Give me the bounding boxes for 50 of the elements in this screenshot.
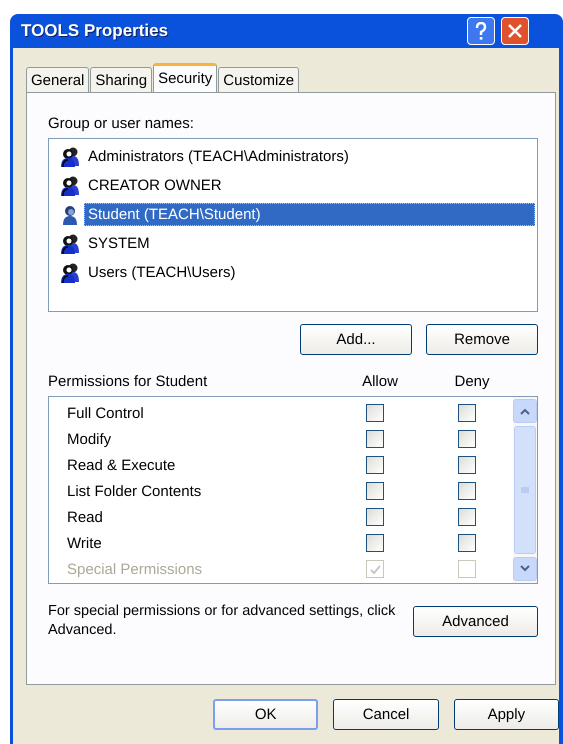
user-list-item[interactable]: Users (TEACH\Users) <box>84 261 240 284</box>
checkbox[interactable] <box>366 534 384 552</box>
help-icon <box>474 22 488 40</box>
section-label: Group or user names: <box>48 115 195 132</box>
group-icon <box>59 146 81 168</box>
help-button[interactable] <box>467 17 495 45</box>
user-list-item[interactable]: Student (TEACH\Student) <box>84 203 535 226</box>
window-title: TOOLS Properties <box>21 21 170 41</box>
tab[interactable]: Security <box>153 63 218 92</box>
close-icon <box>507 23 523 39</box>
user-list-item[interactable]: SYSTEM <box>84 232 154 255</box>
add-button[interactable]: Add... <box>300 324 412 355</box>
group-icon <box>59 174 81 196</box>
column-header: Deny <box>453 373 491 390</box>
close-button[interactable] <box>501 17 529 45</box>
group-icon <box>59 262 81 284</box>
checkbox[interactable] <box>458 534 476 552</box>
remove-button[interactable]: Remove <box>426 324 538 355</box>
checkbox[interactable] <box>458 508 476 526</box>
section-label: Permissions for Student <box>48 373 208 390</box>
tab[interactable]: General <box>26 67 90 92</box>
tab[interactable]: Sharing <box>90 67 152 92</box>
checkbox[interactable] <box>366 404 384 422</box>
user-list-item[interactable]: CREATOR OWNER <box>84 174 226 197</box>
checkbox[interactable] <box>458 482 476 500</box>
permission-name: Read & Execute <box>66 456 176 474</box>
ok-button[interactable]: OK <box>213 699 318 730</box>
permission-name: Write <box>66 534 103 552</box>
cancel-button[interactable]: Cancel <box>333 699 439 730</box>
permission-name: Full Control <box>66 404 145 422</box>
advanced-note: For special permissions or for advanced settings, click Advanced. <box>48 602 396 640</box>
apply-button[interactable]: Apply <box>454 699 559 730</box>
checkbox[interactable] <box>458 456 476 474</box>
column-header: Allow <box>361 373 399 390</box>
permission-name: Modify <box>66 430 112 448</box>
advanced-button[interactable]: Advanced <box>413 606 538 636</box>
checkbox[interactable] <box>366 482 384 500</box>
checkbox[interactable] <box>366 456 384 474</box>
permission-name: Special Permissions <box>66 560 204 578</box>
checkbox[interactable] <box>458 430 476 448</box>
permission-name: List Folder Contents <box>66 482 202 500</box>
group-icon <box>59 232 81 254</box>
tab[interactable]: Customize <box>218 67 300 92</box>
grip-icon <box>521 487 529 493</box>
scrollbar[interactable] <box>513 397 537 583</box>
permission-name: Read <box>66 508 104 526</box>
checkbox[interactable] <box>366 508 384 526</box>
user-list-item[interactable]: Administrators (TEACH\Administrators) <box>84 145 353 168</box>
checkbox[interactable] <box>366 430 384 448</box>
checkbox[interactable] <box>458 404 476 422</box>
